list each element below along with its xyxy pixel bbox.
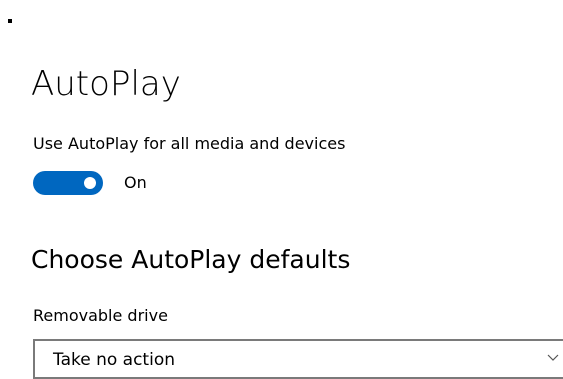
- autoplay-toggle[interactable]: [33, 171, 103, 195]
- defaults-section-title: Choose AutoPlay defaults: [31, 245, 351, 274]
- removable-drive-label: Removable drive: [33, 306, 168, 325]
- removable-drive-dropdown[interactable]: Take no action: [33, 339, 563, 379]
- toggle-knob: [84, 177, 96, 189]
- removable-drive-selected-value: Take no action: [53, 350, 175, 370]
- page-title: AutoPlay: [31, 64, 181, 104]
- chevron-down-icon: [547, 354, 559, 361]
- autoplay-setting-label: Use AutoPlay for all media and devices: [33, 134, 346, 153]
- bullet-mark: [8, 19, 12, 23]
- autoplay-toggle-state: On: [124, 173, 147, 192]
